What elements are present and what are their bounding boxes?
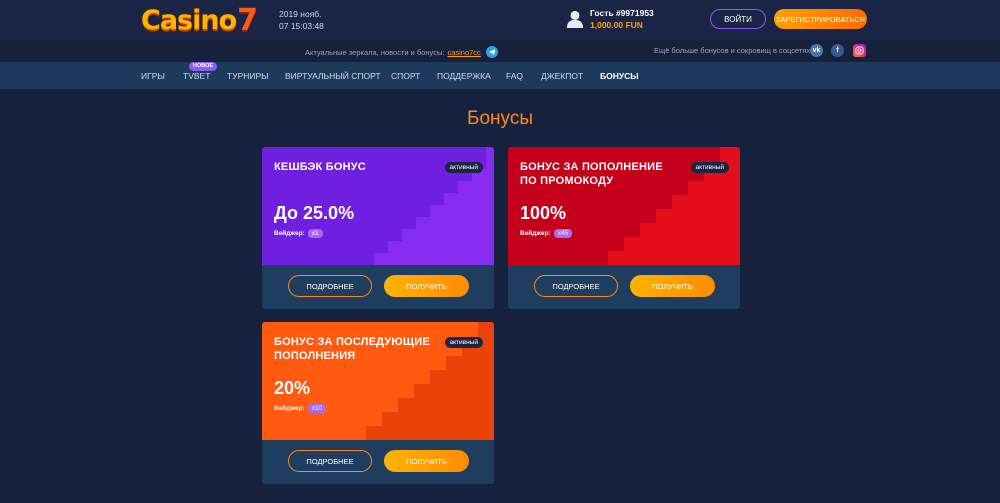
card-header: БОНУС ЗА ПОПОЛНЕНИЕ ПО ПРОМОКОДУ активны… xyxy=(508,147,740,265)
card-title: БОНУС ЗА ПОПОЛНЕНИЕ ПО ПРОМОКОДУ xyxy=(520,161,663,187)
info-bar: Актуальные зеркала, новости и бонусы: ca… xyxy=(0,40,1000,62)
telegram-icon[interactable] xyxy=(485,46,498,58)
nav-item-virtual-sport[interactable]: ВИРТУАЛЬНЫЙ СПОРТ xyxy=(285,71,381,81)
new-badge: НОВОЕ xyxy=(189,62,218,71)
bonus-amount: 20% xyxy=(274,378,311,398)
page-title: Бонусы xyxy=(467,108,533,129)
user-panel[interactable]: Гость #9971953 1,000.00 FUN xyxy=(566,7,654,31)
bonus-card-cashback: КЕШБЭК БОНУС активный До 25.0% Вейджер: … xyxy=(262,147,494,309)
wager-label: Вейджер: xyxy=(520,230,551,237)
wager-info: Вейджер: x10 xyxy=(274,404,327,413)
wager-label: Вейджер: xyxy=(274,230,305,237)
get-button[interactable]: ПОЛУЧИТЬ xyxy=(384,275,469,297)
register-button[interactable]: ЗАРЕГИСТРИРОВАТЬСЯ xyxy=(774,9,867,29)
wager-info: Вейджер: x1 xyxy=(274,229,323,238)
card-title: БОНУС ЗА ПОСЛЕДУЮЩИЕ ПОПОЛНЕНИЯ xyxy=(274,336,430,362)
instagram-icon[interactable] xyxy=(853,44,866,57)
mirror-link[interactable]: casino7cc xyxy=(447,48,480,57)
logo-seven: 7 xyxy=(237,2,259,38)
wager-value: x10 xyxy=(307,404,327,413)
get-button[interactable]: ПОЛУЧИТЬ xyxy=(630,275,715,297)
nav-item-bonuses[interactable]: БОНУСЫ xyxy=(600,71,639,81)
nav-item-games[interactable]: ИГРЫ xyxy=(141,71,165,81)
status-badge: активный xyxy=(444,337,483,348)
social-text: Ещё больше бонусов и сокровищ в соцсетях… xyxy=(654,46,813,55)
card-title: КЕШБЭК БОНУС xyxy=(274,161,366,173)
nav-item-tournaments[interactable]: ТУРНИРЫ xyxy=(227,71,269,81)
mirror-text: Актуальные зеркала, новости и бонусы: xyxy=(305,47,445,57)
status-badge: активный xyxy=(444,162,483,173)
more-button[interactable]: ПОДРОБНЕЕ xyxy=(288,275,372,297)
get-button[interactable]: ПОЛУЧИТЬ xyxy=(384,450,469,472)
nav-item-support[interactable]: ПОДДЕРЖКА xyxy=(437,71,491,81)
vk-icon[interactable]: vk xyxy=(810,44,823,57)
bonus-card-subsequent-deposits: БОНУС ЗА ПОСЛЕДУЮЩИЕ ПОПОЛНЕНИЯ активный… xyxy=(262,322,494,484)
nav-item-sport[interactable]: СПОРТ xyxy=(391,71,420,81)
more-button[interactable]: ПОДРОБНЕЕ xyxy=(534,275,618,297)
top-header: Casino 7 2019 нояб. 07 15:03:48 Гость #9… xyxy=(0,0,1000,40)
server-datetime: 2019 нояб. 07 15:03:48 xyxy=(279,8,324,32)
user-name: Гость #9971953 xyxy=(590,8,654,18)
bonus-amount: 100% xyxy=(520,203,567,223)
bonus-amount: До 25.0% xyxy=(274,203,355,223)
nav-item-faq[interactable]: FAQ xyxy=(506,71,523,81)
wager-label: Вейджер: xyxy=(274,405,305,412)
card-header: КЕШБЭК БОНУС активный До 25.0% Вейджер: … xyxy=(262,147,494,265)
mirror-info: Актуальные зеркала, новости и бонусы: ca… xyxy=(305,46,498,58)
bonus-card-promo-deposit: БОНУС ЗА ПОПОЛНЕНИЕ ПО ПРОМОКОДУ активны… xyxy=(508,147,740,309)
casino-logo[interactable]: Casino 7 xyxy=(141,2,258,38)
card-actions: ПОДРОБНЕЕ ПОЛУЧИТЬ xyxy=(262,440,494,484)
more-button[interactable]: ПОДРОБНЕЕ xyxy=(288,450,372,472)
wager-value: x1 xyxy=(307,229,323,238)
status-badge: активный xyxy=(690,162,729,173)
user-icon xyxy=(566,10,584,28)
wager-info: Вейджер: x45 xyxy=(520,229,573,238)
logo-text: Casino xyxy=(141,4,237,36)
date-text: 2019 нояб. xyxy=(279,9,322,19)
user-balance: 1,000.00 FUN xyxy=(590,20,643,30)
facebook-icon[interactable]: f xyxy=(831,44,844,57)
card-actions: ПОДРОБНЕЕ ПОЛУЧИТЬ xyxy=(262,265,494,309)
login-button[interactable]: ВОЙТИ xyxy=(710,9,766,29)
card-actions: ПОДРОБНЕЕ ПОЛУЧИТЬ xyxy=(508,265,740,309)
main-nav: ИГРЫ TVBET ТУРНИРЫ ВИРТУАЛЬНЫЙ СПОРТ СПО… xyxy=(0,62,1000,89)
nav-item-jackpot[interactable]: ДЖЕКПОТ xyxy=(541,71,583,81)
nav-item-tvbet[interactable]: TVBET xyxy=(183,71,210,81)
wager-value: x45 xyxy=(553,229,573,238)
time-text: 07 15:03:48 xyxy=(279,21,324,31)
card-header: БОНУС ЗА ПОСЛЕДУЮЩИЕ ПОПОЛНЕНИЯ активный… xyxy=(262,322,494,440)
